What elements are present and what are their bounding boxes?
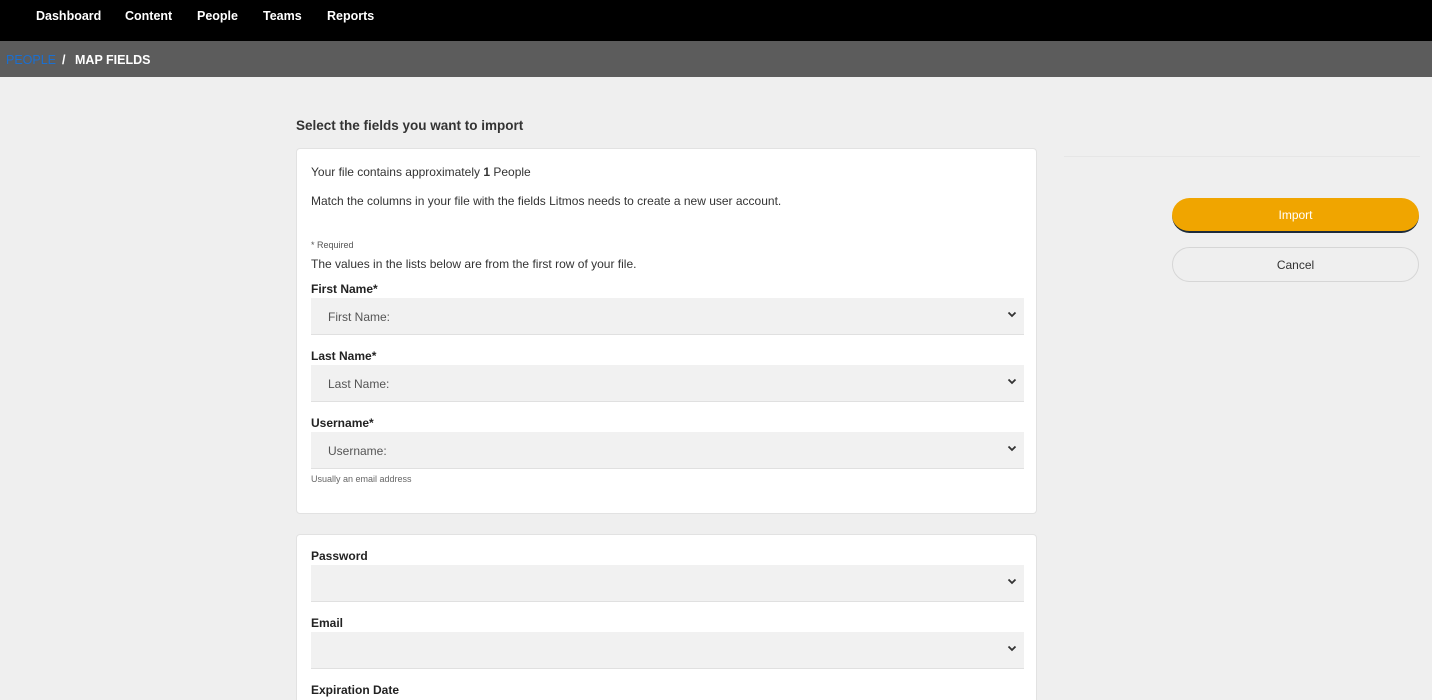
expiration-date-label: Expiration Date	[311, 683, 400, 697]
required-note: * Required	[311, 240, 354, 250]
nav-teams[interactable]: Teams	[263, 9, 302, 23]
chevron-down-icon	[1007, 378, 1017, 385]
first-name-select-value: First Name:	[328, 310, 391, 324]
breadcrumb-separator: /	[62, 53, 66, 67]
page-title: Select the fields you want to import	[296, 118, 524, 133]
sidebar-divider	[1064, 156, 1420, 157]
top-nav: Dashboard Content People Teams Reports	[0, 0, 1432, 41]
username-label: Username*	[311, 416, 374, 430]
username-select[interactable]: Username:	[311, 432, 1024, 469]
nav-dashboard[interactable]: Dashboard	[36, 9, 101, 23]
values-note: The values in the lists below are from t…	[311, 257, 637, 271]
chevron-down-icon	[1007, 578, 1017, 585]
breadcrumb-current: MAP FIELDS	[75, 53, 151, 67]
nav-people[interactable]: People	[197, 9, 238, 23]
chevron-down-icon	[1007, 645, 1017, 652]
email-label: Email	[311, 616, 344, 630]
password-label: Password	[311, 549, 368, 563]
match-instructions: Match the columns in your file with the …	[311, 194, 782, 208]
username-select-value: Username:	[328, 444, 387, 458]
cancel-button[interactable]: Cancel	[1172, 247, 1419, 282]
optional-fields-card: Password Email Expiration Date	[296, 534, 1037, 700]
username-hint: Usually an email address	[311, 474, 412, 484]
last-name-select[interactable]: Last Name:	[311, 365, 1024, 402]
email-select[interactable]	[311, 632, 1024, 669]
chevron-down-icon	[1007, 311, 1017, 318]
import-button[interactable]: Import	[1172, 198, 1419, 233]
nav-content[interactable]: Content	[125, 9, 172, 23]
first-name-label: First Name*	[311, 282, 378, 296]
people-count: 1	[483, 165, 491, 179]
file-summary-prefix: Your file contains approximately	[311, 165, 480, 179]
chevron-down-icon	[1007, 445, 1017, 452]
password-select[interactable]	[311, 565, 1024, 602]
breadcrumb-people-link[interactable]: PEOPLE	[6, 53, 56, 67]
nav-reports[interactable]: Reports	[327, 9, 374, 23]
breadcrumb: PEOPLE / MAP FIELDS	[0, 41, 1432, 77]
file-summary-suffix: People	[493, 165, 531, 179]
last-name-select-value: Last Name:	[328, 377, 390, 391]
last-name-label: Last Name*	[311, 349, 377, 363]
required-fields-card: Your file contains approximately 1 Peopl…	[296, 148, 1037, 514]
first-name-select[interactable]: First Name:	[311, 298, 1024, 335]
file-summary: Your file contains approximately 1 Peopl…	[311, 165, 531, 179]
